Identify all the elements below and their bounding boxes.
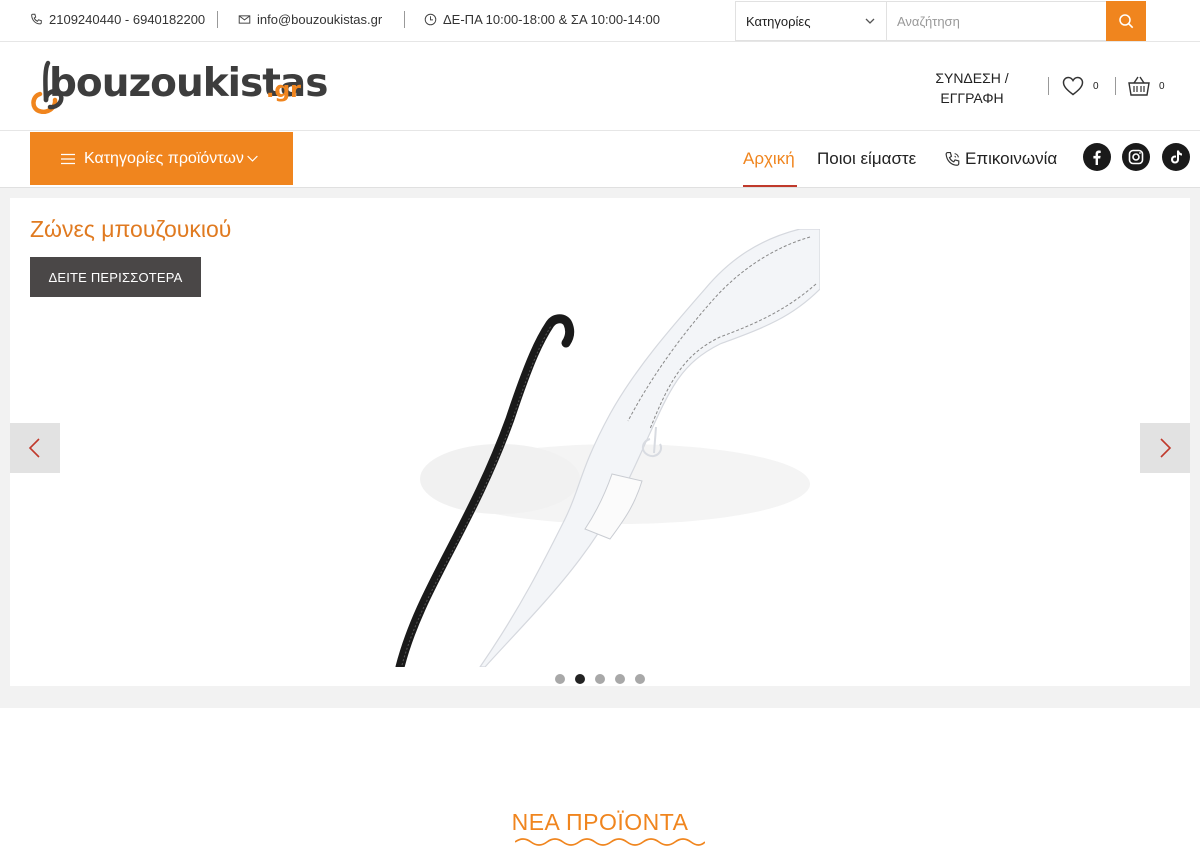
- divider: [1048, 77, 1049, 95]
- chevron-down-icon: [865, 18, 875, 24]
- divider: [217, 11, 218, 28]
- nav-home-label: Αρχική: [743, 149, 795, 168]
- chevron-down-icon: [247, 155, 258, 162]
- new-products-heading: ΝΕΑ ΠΡΟΪΟΝΤΑ: [511, 809, 689, 835]
- search-bar: Κατηγορίες: [735, 1, 1146, 41]
- slider-next-button[interactable]: [1140, 423, 1190, 473]
- chevron-left-icon: [28, 438, 40, 458]
- chevron-right-icon: [1160, 438, 1172, 458]
- slider-dot[interactable]: [595, 674, 605, 684]
- nav-about-label: Ποιοι είμαστε: [817, 149, 917, 168]
- email-text: info@bouzoukistas.gr: [257, 12, 383, 27]
- clock-icon: [424, 13, 437, 26]
- cart-button[interactable]: 0: [1127, 74, 1165, 98]
- hamburger-icon: [61, 153, 75, 164]
- hero-slider-section: Ζώνες μπουζουκιού ΔΕΙΤΕ ΠΕΡΙΣΣΟΤΕΡΑ: [0, 188, 1200, 708]
- nav-contact[interactable]: Επικοινωνία: [944, 149, 1057, 169]
- search-button[interactable]: [1106, 1, 1146, 41]
- divider: [404, 11, 405, 28]
- site-header: bouzoukistas .gr ΣΥΝΔΕΣΗ / ΕΓΓΡΑΦΗ 0 0: [0, 43, 1200, 131]
- divider: [1115, 77, 1116, 95]
- wishlist-button[interactable]: 0: [1061, 74, 1099, 98]
- nav-about[interactable]: Ποιοι είμαστε: [817, 149, 916, 169]
- instagram-icon: [1128, 149, 1144, 165]
- hours-text: ΔΕ-ΠΑ 10:00-18:00 & ΣΑ 10:00-14:00: [443, 12, 660, 27]
- hero-slider: Ζώνες μπουζουκιού ΔΕΙΤΕ ΠΕΡΙΣΣΟΤΕΡΑ: [10, 198, 1190, 686]
- slider-prev-button[interactable]: [10, 423, 60, 473]
- login-register-link[interactable]: ΣΥΝΔΕΣΗ / ΕΓΓΡΑΦΗ: [930, 68, 1014, 108]
- strap-product-image: [395, 229, 820, 667]
- login-line1: ΣΥΝΔΕΣΗ /: [935, 70, 1009, 86]
- heading-wave-decoration: [515, 838, 705, 846]
- logo-tld: .gr: [266, 78, 301, 103]
- tiktok-icon: [1171, 150, 1182, 164]
- phone-text: 2109240440 - 6940182200: [49, 12, 206, 27]
- slider-pagination: [555, 674, 645, 684]
- basket-icon: [1128, 76, 1150, 96]
- slider-dot[interactable]: [555, 674, 565, 684]
- wishlist-count: 0: [1093, 80, 1099, 92]
- main-nav: Κατηγορίες προϊόντων Αρχική Ποιοι είμαστ…: [0, 131, 1200, 188]
- site-logo[interactable]: bouzoukistas .gr: [30, 58, 328, 116]
- slider-dot[interactable]: [635, 674, 645, 684]
- search-input[interactable]: [887, 2, 1106, 40]
- nav-home[interactable]: Αρχική: [743, 149, 795, 169]
- phone-contact[interactable]: 2109240440 - 6940182200: [30, 12, 205, 27]
- instagram-link[interactable]: [1122, 143, 1150, 171]
- category-select[interactable]: Κατηγορίες: [736, 2, 887, 40]
- cart-count: 0: [1159, 80, 1165, 92]
- login-line2: ΕΓΓΡΑΦΗ: [940, 90, 1004, 106]
- nav-contact-label: Επικοινωνία: [965, 149, 1058, 168]
- mail-icon: [238, 15, 251, 24]
- active-nav-indicator: [743, 185, 797, 187]
- category-select-label: Κατηγορίες: [746, 13, 811, 29]
- slider-dot[interactable]: [615, 674, 625, 684]
- facebook-link[interactable]: [1083, 143, 1111, 171]
- email-contact[interactable]: info@bouzoukistas.gr: [238, 12, 382, 27]
- slider-dot-active[interactable]: [575, 674, 585, 684]
- phone-icon: [31, 13, 42, 25]
- search-icon: [1119, 14, 1134, 29]
- facebook-icon: [1093, 150, 1101, 165]
- categories-menu-button[interactable]: Κατηγορίες προϊόντων: [30, 132, 293, 185]
- slide-cta-button[interactable]: ΔΕΙΤΕ ΠΕΡΙΣΣΟΤΕΡΑ: [30, 257, 201, 297]
- categories-button-label: Κατηγορίες προϊόντων: [84, 149, 244, 167]
- opening-hours: ΔΕ-ΠΑ 10:00-18:00 & ΣΑ 10:00-14:00: [424, 12, 660, 27]
- phone-icon: [945, 151, 960, 166]
- tiktok-link[interactable]: [1162, 143, 1190, 171]
- heart-icon: [1062, 76, 1084, 96]
- slide-title: Ζώνες μπουζουκιού: [30, 216, 232, 242]
- top-bar: 2109240440 - 6940182200 info@bouzoukista…: [0, 0, 1200, 42]
